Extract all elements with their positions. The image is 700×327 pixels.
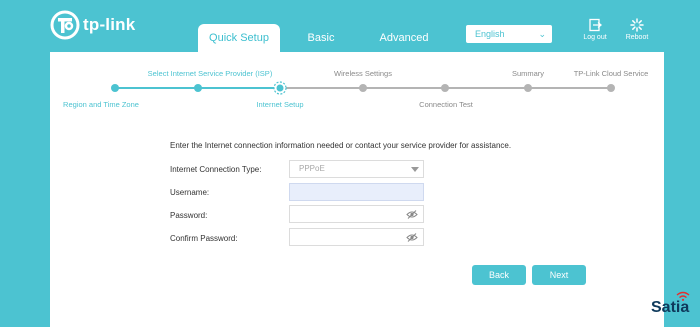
step-label-region: Region and Time Zone xyxy=(63,100,139,109)
step-label-wireless: Wireless Settings xyxy=(334,69,392,78)
intro-text: Enter the Internet connection informatio… xyxy=(170,141,512,150)
step-label-connection-test: Connection Test xyxy=(419,100,473,109)
dropdown-arrow-icon xyxy=(411,167,419,172)
logo-text: tp-link xyxy=(83,15,136,34)
language-select[interactable]: English ⌄ xyxy=(466,25,552,43)
step-dot-cloud xyxy=(607,84,615,92)
progress-steps: Region and Time Zone Select Internet Ser… xyxy=(50,52,664,112)
username-input[interactable] xyxy=(289,183,424,201)
confirm-password-label: Confirm Password: xyxy=(170,234,238,243)
logout-icon xyxy=(589,18,602,32)
main-panel: Region and Time Zone Select Internet Ser… xyxy=(50,52,664,327)
reboot-label: Reboot xyxy=(625,34,649,41)
password-label: Password: xyxy=(170,211,208,220)
header: tp-link Quick Setup Basic Advanced Engli… xyxy=(0,0,700,52)
tab-basic[interactable]: Basic xyxy=(289,24,353,52)
language-value: English xyxy=(475,29,505,39)
tp-link-logo-icon xyxy=(50,10,80,40)
watermark-text: Satia xyxy=(651,299,690,316)
confirm-password-input[interactable] xyxy=(289,228,424,246)
logout-button[interactable]: Log out xyxy=(575,18,615,41)
step-dot-wireless xyxy=(359,84,367,92)
back-button[interactable]: Back xyxy=(472,265,526,285)
reboot-icon xyxy=(630,18,644,32)
step-label-internet-setup: Internet Setup xyxy=(256,100,304,109)
step-label-cloud: TP-Link Cloud Service xyxy=(573,69,649,78)
connection-type-value: PPPoE xyxy=(299,164,325,173)
hide-password-icon[interactable] xyxy=(406,233,418,242)
step-dot-region[interactable] xyxy=(111,84,119,92)
step-dot-isp[interactable] xyxy=(194,84,202,92)
step-dot-summary xyxy=(524,84,532,92)
tab-quick-setup[interactable]: Quick Setup xyxy=(198,24,280,52)
progress-track xyxy=(111,81,615,95)
username-label: Username: xyxy=(170,188,210,197)
connection-type-select[interactable]: PPPoE xyxy=(289,160,424,178)
step-dot-connection-test xyxy=(441,84,449,92)
reboot-button[interactable]: Reboot xyxy=(617,18,657,41)
connection-type-label: Internet Connection Type: xyxy=(170,165,262,174)
tp-link-logo: tp-link xyxy=(50,10,135,40)
hide-password-icon[interactable] xyxy=(406,210,418,219)
tab-advanced[interactable]: Advanced xyxy=(370,24,438,52)
next-button[interactable]: Next xyxy=(532,265,586,285)
password-input[interactable] xyxy=(289,205,424,223)
logout-label: Log out xyxy=(583,34,607,41)
step-label-isp: Select Internet Service Provider (ISP) xyxy=(147,69,273,78)
chevron-down-icon: ⌄ xyxy=(538,29,546,39)
step-label-summary: Summary xyxy=(511,69,545,78)
